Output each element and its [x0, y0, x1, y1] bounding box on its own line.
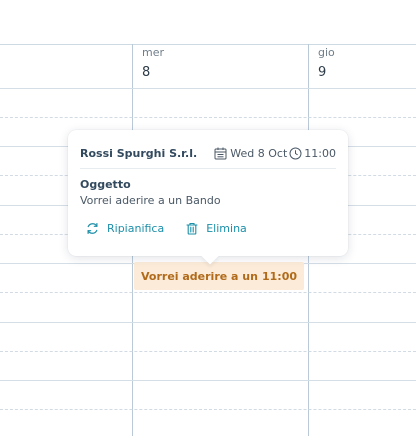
event-datetime: Wed 8 Oct 11:00 — [214, 147, 336, 160]
popover-header: Rossi Spurghi S.r.l. Wed 8 Oct 11:00 — [80, 138, 336, 169]
event-date: Wed 8 Oct — [230, 146, 288, 160]
day-number: 8 — [142, 65, 151, 80]
day-name: mer — [142, 46, 165, 59]
day-header-thu[interactable]: gio 9 — [318, 46, 335, 81]
event-time-label: 11:00 — [304, 146, 336, 160]
delete-label: Elimina — [206, 222, 247, 235]
half-hour-line — [0, 409, 416, 410]
subject-label: Oggetto — [80, 178, 131, 191]
day-header-wed[interactable]: mer 8 — [142, 46, 164, 81]
reschedule-button[interactable]: Ripianifica — [86, 222, 164, 235]
trash-icon — [186, 222, 206, 235]
half-hour-line — [0, 351, 416, 352]
reschedule-label: Ripianifica — [107, 222, 165, 235]
refresh-icon — [86, 222, 107, 235]
event-time: 11:00 — [261, 269, 297, 283]
delete-button[interactable]: Elimina — [186, 222, 247, 235]
subject-text: Vorrei aderire a un Bando — [80, 194, 221, 207]
event-popover: Rossi Spurghi S.r.l. Wed 8 Oct 11:00 Ogg… — [68, 130, 348, 256]
day-name: gio — [318, 46, 335, 59]
popover-actions: Ripianifica Elimina — [86, 222, 247, 235]
company-name: Rossi Spurghi S.r.l. — [80, 146, 198, 160]
day-number: 9 — [318, 65, 327, 80]
half-hour-line — [0, 292, 416, 293]
header-divider — [0, 44, 416, 45]
calendar-event[interactable]: Vorrei aderire a un ... 11:00 — [134, 262, 304, 290]
half-hour-line — [0, 117, 416, 118]
calendar-icon — [214, 147, 227, 160]
hour-line — [0, 88, 416, 89]
event-title: Vorrei aderire a un ... — [141, 269, 262, 283]
clock-icon — [289, 147, 302, 160]
popover-body: Oggetto Vorrei aderire a un Bando — [80, 178, 221, 208]
hour-line — [0, 380, 416, 381]
hour-line — [0, 322, 416, 323]
